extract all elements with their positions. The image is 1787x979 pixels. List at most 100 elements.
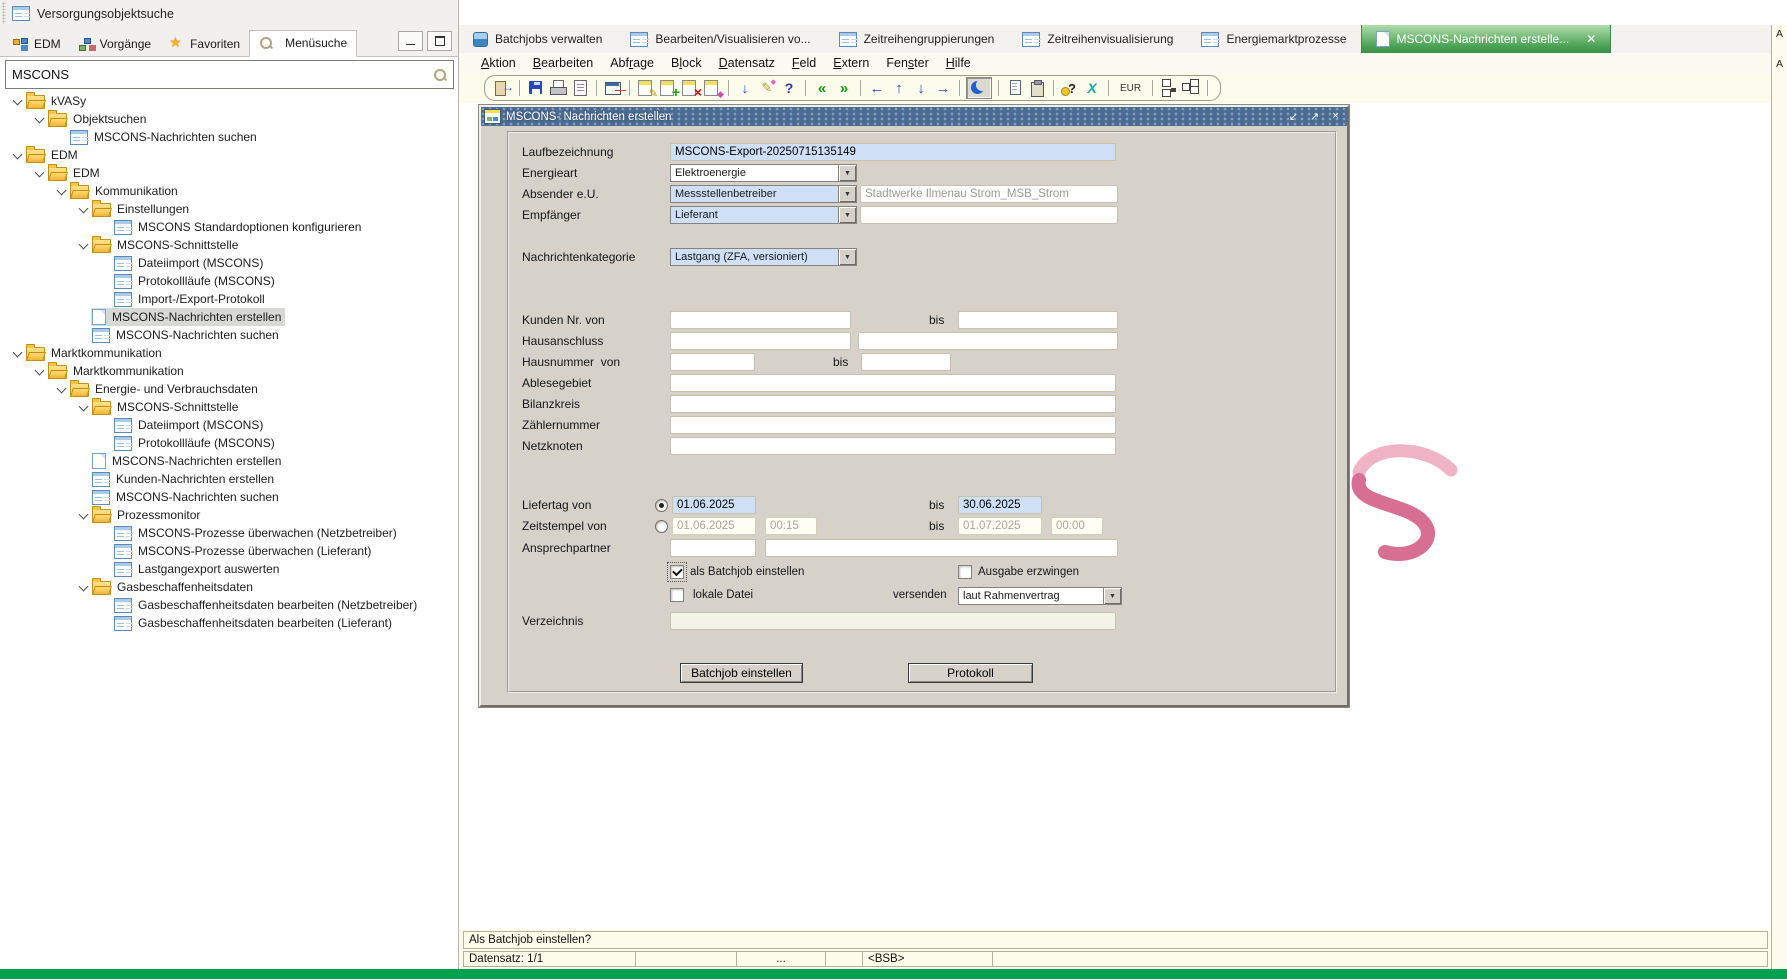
empfaenger-select[interactable]: Lieferant xyxy=(670,206,857,224)
netzknoten-input[interactable] xyxy=(670,437,1116,455)
left-tab-menuesuche[interactable]: Menüsuche xyxy=(249,30,357,57)
tree-item[interactable]: MSCONS-Schnittstelle xyxy=(0,398,458,416)
chevron-down-icon[interactable] xyxy=(12,150,25,160)
zeitstempel-radio[interactable] xyxy=(655,520,668,533)
chevron-down-icon[interactable] xyxy=(838,165,856,181)
zaehlernummer-input[interactable] xyxy=(670,416,1116,434)
ansprechpartner-kuerzel-input[interactable] xyxy=(670,539,756,557)
als-batchjob-checkbox[interactable] xyxy=(670,565,684,579)
status-cell-dots[interactable]: ... xyxy=(737,951,826,967)
chevron-down-icon[interactable] xyxy=(56,186,69,196)
tree-item[interactable]: MSCONS-Schnittstelle xyxy=(0,236,458,254)
next-block-icon[interactable] xyxy=(834,78,854,98)
help-icon[interactable] xyxy=(779,78,799,98)
chevron-down-icon[interactable] xyxy=(78,510,91,520)
insert-record-icon[interactable] xyxy=(735,78,755,98)
tree-item[interactable]: kVASy xyxy=(0,92,458,110)
chevron-down-icon[interactable] xyxy=(34,168,47,178)
menu-abfrage[interactable]: Abfrage xyxy=(610,56,654,70)
absender-detail-input[interactable] xyxy=(860,185,1118,203)
batchjob-einstellen-button[interactable]: Batchjob einstellen xyxy=(680,663,803,683)
tree-item[interactable]: EDM xyxy=(0,164,458,182)
currency-help-icon[interactable] xyxy=(1060,78,1080,98)
empfaenger-detail-input[interactable] xyxy=(860,206,1118,224)
tile-vertically-icon[interactable] xyxy=(1181,78,1201,98)
tree-item[interactable]: EDM xyxy=(0,146,458,164)
lokale-datei-checkbox[interactable] xyxy=(670,588,684,602)
menu-aktion[interactable]: Aktion xyxy=(481,56,516,70)
kunden-nr-bis-input[interactable] xyxy=(958,311,1118,329)
hausnummer-von-input[interactable] xyxy=(670,353,755,371)
chevron-down-icon[interactable] xyxy=(838,249,856,265)
show-window-icon[interactable] xyxy=(603,78,623,98)
menu-block[interactable]: Block xyxy=(671,56,702,70)
chevron-down-icon[interactable] xyxy=(12,96,25,106)
left-tab-favoriten[interactable]: Favoriten xyxy=(160,32,249,57)
menu-bearbeiten[interactable]: Bearbeiten xyxy=(533,56,593,70)
bilanzkreis-input[interactable] xyxy=(670,395,1116,413)
ausgabe-erzwingen-checkbox[interactable] xyxy=(958,565,972,579)
workspace-tab-0[interactable]: Batchjobs verwalten xyxy=(459,25,616,53)
menu-datensatz[interactable]: Datensatz xyxy=(719,56,775,70)
tree-item[interactable]: Energie- und Verbrauchsdaten xyxy=(0,380,458,398)
update-record-icon[interactable] xyxy=(757,78,777,98)
chevron-down-icon[interactable] xyxy=(1103,588,1121,604)
menu-feld[interactable]: Feld xyxy=(792,56,816,70)
tree-item[interactable]: Kommunikation xyxy=(0,182,458,200)
workspace-tab-1[interactable]: Bearbeiten/Visualisieren vo... xyxy=(616,25,824,53)
dock-icon[interactable]: ↙ xyxy=(1286,109,1301,123)
tree-item[interactable]: MSCONS-Prozesse überwachen (Lieferant) xyxy=(0,542,458,560)
tree-item[interactable]: MSCONS-Nachrichten suchen xyxy=(0,326,458,344)
menu-hilfe[interactable]: Hilfe xyxy=(946,56,971,70)
menu-fenster[interactable]: Fenster xyxy=(886,56,928,70)
tree-item[interactable]: MSCONS Standardoptionen konfigurieren xyxy=(0,218,458,236)
left-tab-vorgaenge[interactable]: Vorgänge xyxy=(70,32,160,57)
versenden-select[interactable]: laut Rahmenvertrag xyxy=(958,587,1122,605)
night-mode-icon[interactable] xyxy=(966,77,992,99)
ablesegebiet-input[interactable] xyxy=(670,374,1116,392)
liefertag-radio[interactable] xyxy=(655,499,668,512)
hausanschluss-von-input[interactable] xyxy=(670,332,851,350)
tile-horizontally-icon[interactable] xyxy=(1159,78,1179,98)
tree-item[interactable]: MSCONS-Prozesse überwachen (Netzbetreibe… xyxy=(0,524,458,542)
chevron-down-icon[interactable] xyxy=(838,186,856,202)
next-record-icon[interactable] xyxy=(911,78,931,98)
tree-item[interactable]: Lastgangexport auswerten xyxy=(0,560,458,578)
liefertag-von-input[interactable] xyxy=(672,496,756,514)
tree-item[interactable]: Dateiimport (MSCONS) xyxy=(0,416,458,434)
tree-item[interactable]: Import-/Export-Protokoll xyxy=(0,290,458,308)
chevron-down-icon[interactable] xyxy=(78,582,91,592)
chevron-down-icon[interactable] xyxy=(838,207,856,223)
tree-item[interactable]: MSCONS-Nachrichten erstellen xyxy=(0,308,458,326)
tree-item[interactable]: Protokollläufe (MSCONS) xyxy=(0,272,458,290)
enter-query-icon[interactable] xyxy=(636,78,656,98)
document-icon[interactable] xyxy=(1005,78,1025,98)
hausnummer-bis-input[interactable] xyxy=(861,353,951,371)
print-icon[interactable] xyxy=(548,78,568,98)
print-preview-icon[interactable] xyxy=(570,78,590,98)
clipboard-icon[interactable] xyxy=(1027,78,1047,98)
maximize-button[interactable] xyxy=(427,31,452,51)
tree-item[interactable]: MSCONS-Nachrichten erstellen xyxy=(0,452,458,470)
chevron-down-icon[interactable] xyxy=(78,204,91,214)
first-record-icon[interactable] xyxy=(867,78,887,98)
workspace-tab-2[interactable]: Zeitreihengruppierungen xyxy=(825,25,1009,53)
tree-item[interactable]: Gasbeschaffenheitsdaten bearbeiten (Lief… xyxy=(0,614,458,632)
energieart-select[interactable]: Elektroenergie xyxy=(670,164,857,182)
chevron-down-icon[interactable] xyxy=(34,114,47,124)
close-icon[interactable]: × xyxy=(1328,109,1343,123)
tree-item[interactable]: Dateiimport (MSCONS) xyxy=(0,254,458,272)
laufbezeichnung-input[interactable] xyxy=(670,143,1116,161)
workspace-tab-4[interactable]: Energiemarktprozesse xyxy=(1187,25,1360,53)
maximize-icon[interactable]: ↗ xyxy=(1307,109,1322,123)
minimize-button[interactable] xyxy=(398,31,423,51)
left-tab-edm[interactable]: EDM xyxy=(4,32,70,57)
tree-item[interactable]: Prozessmonitor xyxy=(0,506,458,524)
chevron-down-icon[interactable] xyxy=(34,366,47,376)
tree-item[interactable]: Protokollläufe (MSCONS) xyxy=(0,434,458,452)
previous-block-icon[interactable] xyxy=(812,78,832,98)
kunden-nr-von-input[interactable] xyxy=(670,311,851,329)
ansprechpartner-name-input[interactable] xyxy=(765,539,1118,557)
tree-item[interactable]: MSCONS-Nachrichten suchen xyxy=(0,488,458,506)
dialog-title-bar[interactable]: MSCONS- Nachrichten erstellen ↙ ↗ × xyxy=(481,107,1347,126)
